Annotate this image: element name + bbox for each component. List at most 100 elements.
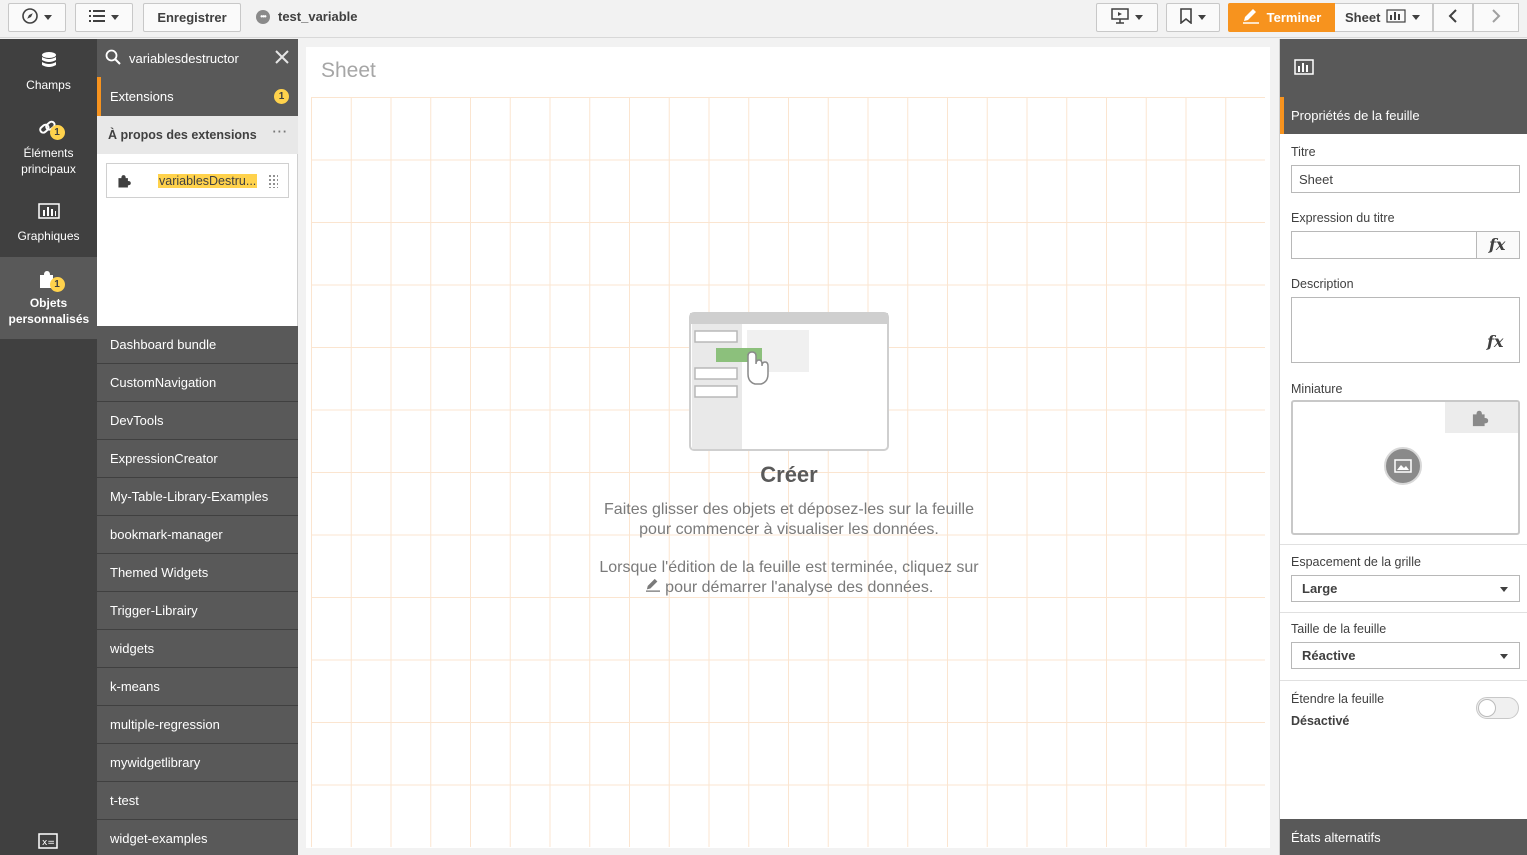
bar-chart-icon — [37, 202, 60, 222]
puzzle-icon — [117, 173, 133, 189]
chevron-right-icon — [1491, 7, 1501, 28]
chevron-down-icon — [1198, 15, 1206, 20]
alternate-states-header[interactable]: États alternatifs — [1280, 819, 1527, 855]
title-expression-field[interactable] — [1291, 231, 1477, 259]
global-menu-button[interactable] — [75, 3, 133, 32]
extension-item[interactable]: variablesDestru... — [106, 163, 289, 198]
top-toolbar: Enregistrer ••• test_variable Terminer S… — [0, 0, 1527, 38]
chevron-down-icon — [111, 15, 119, 20]
fx-icon: fx — [1489, 235, 1506, 254]
toggle-knob — [1478, 699, 1496, 717]
title-label: Titre — [1291, 145, 1316, 159]
sheet-properties-icon[interactable] — [1294, 59, 1314, 78]
done-label: Terminer — [1266, 10, 1322, 25]
extend-sheet-label: Étendre la feuille — [1291, 692, 1385, 706]
extensions-section-header[interactable]: Extensions 1 — [97, 77, 298, 116]
library-item[interactable]: Themed Widgets — [97, 554, 298, 592]
thumbnail-placeholder — [1445, 402, 1518, 433]
description-field[interactable] — [1291, 297, 1520, 363]
rail-item-charts[interactable]: Graphiques — [0, 202, 97, 250]
grid-spacing-select[interactable]: Large — [1291, 575, 1520, 602]
puzzle-icon: 1 — [38, 269, 65, 292]
navigation-menu-button[interactable] — [8, 3, 66, 32]
master-items-badge: 1 — [49, 125, 65, 140]
library-item[interactable]: k-means — [97, 668, 298, 706]
puzzle-icon — [1471, 409, 1491, 430]
sheet-title[interactable]: Sheet — [321, 59, 376, 83]
library-item[interactable]: widgets — [97, 630, 298, 668]
custom-objects-badge: 1 — [49, 277, 65, 292]
extend-sheet-toggle[interactable] — [1476, 697, 1519, 719]
chevron-left-icon — [1448, 7, 1458, 28]
previous-sheet-button[interactable] — [1433, 3, 1473, 32]
title-field[interactable]: Sheet — [1291, 165, 1520, 193]
title-expression-fx-button[interactable]: fx — [1476, 231, 1520, 259]
about-extensions-label: À propos des extensions — [108, 128, 257, 142]
about-extensions[interactable]: À propos des extensions ··· — [97, 116, 298, 154]
library-item[interactable]: Dashboard bundle — [97, 326, 298, 364]
search-box[interactable]: variablesdestructor — [97, 39, 298, 77]
pencil-icon — [645, 578, 665, 596]
divider — [1280, 680, 1527, 681]
thumbnail-dropzone[interactable] — [1291, 400, 1520, 535]
rail-item-master-items[interactable]: 1 Éléments principaux — [0, 119, 97, 183]
clear-search-icon[interactable] — [275, 48, 289, 69]
hint-line: Faites glisser des objets et déposez-les… — [604, 501, 974, 518]
divider — [1280, 544, 1527, 545]
rail-item-fields[interactable]: Champs — [0, 51, 97, 111]
library-list: Dashboard bundle CustomNavigation DevToo… — [97, 326, 298, 855]
library-item[interactable]: Trigger-Librairy — [97, 592, 298, 630]
app-name: test_variable — [278, 9, 358, 24]
properties-panel: Propriétés de la feuille Titre Sheet Exp… — [1279, 39, 1527, 855]
next-sheet-button[interactable] — [1473, 3, 1519, 32]
library-item[interactable]: bookmark-manager — [97, 516, 298, 554]
create-title: Créer — [760, 462, 818, 487]
hint-line: Lorsque l'édition de la feuille est term… — [599, 559, 979, 576]
presentation-icon — [1111, 8, 1129, 27]
image-icon[interactable] — [1384, 447, 1422, 485]
library-item[interactable]: My-Table-Library-Examples — [97, 478, 298, 516]
rail-item-custom-objects[interactable]: 1 Objets personnalisés — [0, 257, 97, 339]
chevron-down-icon — [1500, 654, 1508, 659]
more-options-icon[interactable]: ··· — [273, 125, 289, 139]
description-label: Description — [1291, 277, 1354, 291]
divider — [1280, 612, 1527, 613]
hint-line-with-icon: pour démarrer l'analyse des données. — [546, 578, 1032, 598]
bookmarks-button[interactable] — [1166, 3, 1220, 32]
rail-label: Graphiques — [17, 229, 80, 243]
sheet-grid-icon — [1386, 9, 1407, 26]
title-expression-label: Expression du titre — [1291, 211, 1395, 225]
thumbnail-label: Miniature — [1291, 382, 1343, 396]
app-status-icon: ••• — [256, 9, 270, 24]
rail-label: Éléments principaux — [21, 146, 76, 176]
rail-label: Champs — [26, 78, 71, 92]
sheet-size-label: Taille de la feuille — [1291, 622, 1387, 636]
library-item[interactable]: ExpressionCreator — [97, 440, 298, 478]
library-item[interactable]: mywidgetlibrary — [97, 744, 298, 782]
library-item[interactable]: t-test — [97, 782, 298, 820]
properties-toolbar — [1280, 39, 1527, 97]
drag-drop-illustration-icon — [689, 312, 889, 452]
library-item[interactable]: DevTools — [97, 402, 298, 440]
library-item[interactable]: widget-examples — [97, 820, 298, 855]
compass-icon — [22, 8, 38, 27]
sheet-selector[interactable]: Sheet — [1335, 3, 1433, 32]
extensions-count-badge: 1 — [274, 89, 289, 104]
pencil-icon — [1242, 8, 1260, 27]
search-input[interactable]: variablesdestructor — [129, 51, 239, 66]
sheet-canvas[interactable]: Sheet Créer Faites glisser des objets et… — [306, 47, 1270, 848]
present-button[interactable] — [1096, 3, 1158, 32]
link-icon: 1 — [38, 119, 65, 140]
done-editing-button[interactable]: Terminer — [1228, 3, 1335, 32]
library-item[interactable]: CustomNavigation — [97, 364, 298, 402]
chevron-down-icon — [44, 15, 52, 20]
variables-icon[interactable]: x= — [38, 833, 58, 852]
grid-spacing-value: Large — [1302, 581, 1338, 596]
save-button[interactable]: Enregistrer — [143, 3, 241, 32]
properties-header: Propriétés de la feuille — [1280, 97, 1527, 134]
hint-line: pour démarrer l'analyse des données. — [665, 579, 934, 596]
fx-icon[interactable]: fx — [1487, 332, 1503, 351]
drag-handle-icon[interactable] — [268, 174, 278, 188]
library-item[interactable]: multiple-regression — [97, 706, 298, 744]
sheet-size-select[interactable]: Réactive — [1291, 642, 1520, 669]
